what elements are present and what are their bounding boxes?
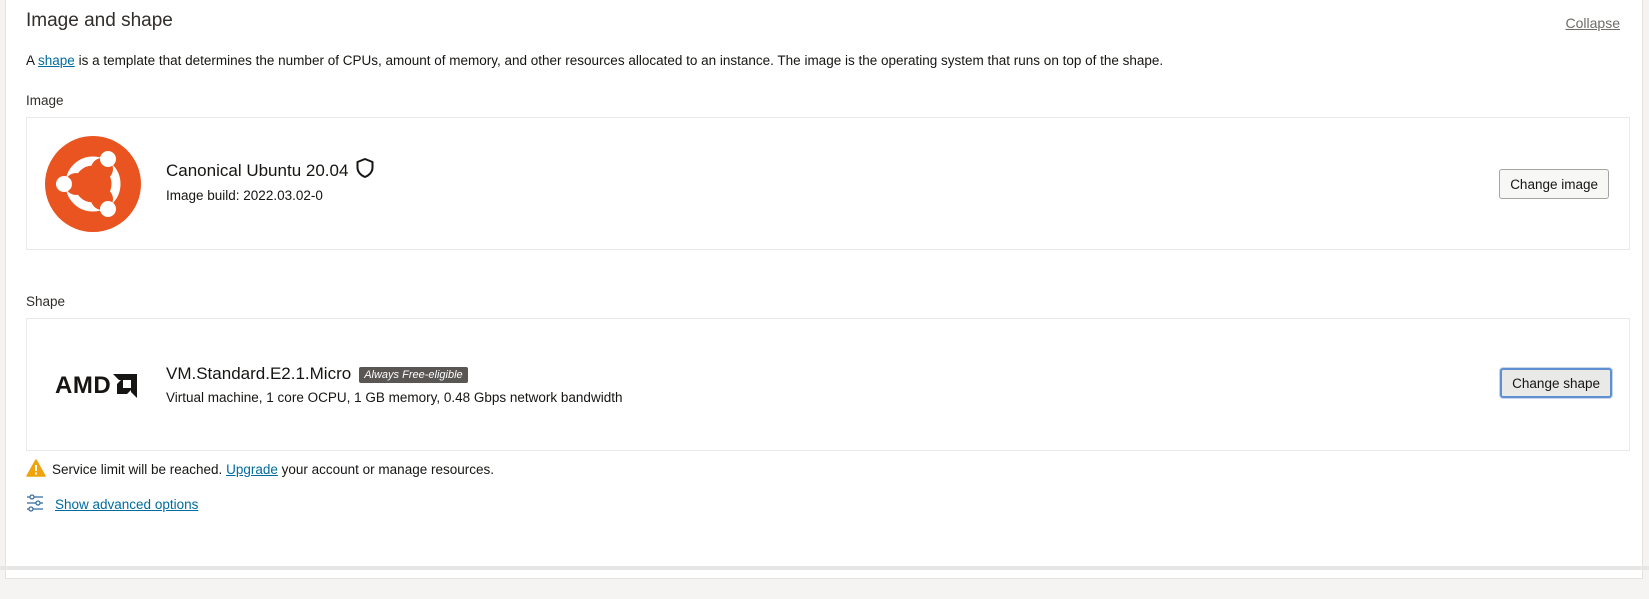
shape-link[interactable]: shape (38, 53, 75, 68)
warning-text: Service limit will be reached. Upgrade y… (52, 462, 494, 477)
next-section-edge (0, 566, 1649, 570)
amd-logo: AMD (55, 372, 138, 400)
desc-suffix: is a template that determines the number… (74, 53, 1164, 68)
image-card: Canonical Ubuntu 20.04 Image build: 2022… (26, 117, 1630, 250)
shield-icon (356, 158, 374, 183)
amd-logo-text: AMD (55, 372, 112, 399)
change-shape-button[interactable]: Change shape (1500, 368, 1612, 398)
advanced-options-toggle[interactable]: Show advanced options (26, 494, 198, 515)
shape-name: VM.Standard.E2.1.Micro (166, 364, 352, 383)
shape-details: Virtual machine, 1 core OCPU, 1 GB memor… (166, 390, 623, 405)
image-name: Canonical Ubuntu 20.04 (166, 160, 349, 180)
section-title: Image and shape (26, 10, 173, 31)
shape-name-row: VM.Standard.E2.1.Micro Always Free-eligi… (166, 364, 468, 384)
image-and-shape-panel: Image and shape Collapse A shape is a te… (5, 0, 1643, 579)
warning-prefix: Service limit will be reached. (52, 462, 227, 477)
warning-icon (26, 459, 46, 480)
ubuntu-logo (45, 136, 141, 232)
show-advanced-options-link[interactable]: Show advanced options (55, 497, 198, 512)
desc-prefix: A (26, 53, 39, 68)
change-image-button[interactable]: Change image (1499, 169, 1609, 199)
shape-label: Shape (26, 294, 66, 309)
sliders-icon (26, 494, 44, 515)
service-limit-warning: Service limit will be reached. Upgrade y… (26, 459, 494, 480)
shape-card: AMD VM.Standard.E2.1.Micro Always Free-e… (26, 318, 1630, 451)
image-label: Image (26, 93, 64, 108)
free-eligible-badge: Always Free-eligible (359, 367, 468, 383)
image-name-row: Canonical Ubuntu 20.04 (166, 158, 374, 183)
image-build: Image build: 2022.03.02-0 (166, 188, 323, 203)
warning-suffix: your account or manage resources. (277, 462, 494, 477)
upgrade-link[interactable]: Upgrade (226, 462, 278, 477)
collapse-link[interactable]: Collapse (1566, 15, 1620, 31)
section-description: A shape is a template that determines th… (26, 53, 1163, 68)
amd-arrow-icon (113, 374, 138, 398)
